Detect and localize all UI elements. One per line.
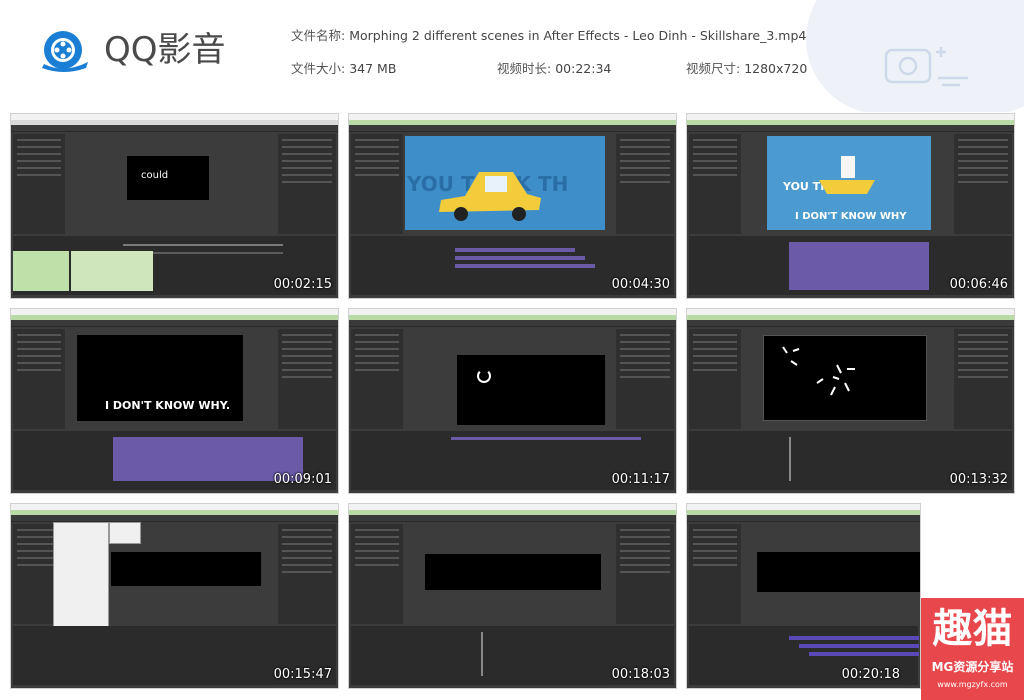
toolbar xyxy=(687,515,920,522)
thumbnail-3[interactable]: YOU THAT I DON'T KNOW WHY 00:06:46 xyxy=(686,113,1015,299)
resolution-row: 视频尺寸: 1280x720 xyxy=(686,61,807,77)
toolbar xyxy=(11,515,338,522)
watermark-logo-text: 趣猫 xyxy=(932,606,1013,652)
duration-value: 00:22:34 xyxy=(555,61,612,76)
project-panel xyxy=(689,329,741,429)
toolbar xyxy=(11,320,338,327)
overlay-text: I DON'T KNOW WHY. xyxy=(105,399,231,412)
thumbnail-1[interactable]: could 00:02:15 xyxy=(10,113,339,299)
project-panel xyxy=(351,524,403,624)
composition-viewer xyxy=(457,355,605,425)
project-panel xyxy=(689,524,741,624)
file-size-label: 文件大小: xyxy=(291,61,346,76)
app-name: QQ影音 xyxy=(104,30,226,70)
resolution-value: 1280x720 xyxy=(744,61,808,76)
thumbnail-timecode: 00:02:15 xyxy=(273,277,332,292)
effects-panel xyxy=(278,134,336,234)
toolbar xyxy=(349,125,676,132)
resolution-label: 视频尺寸: xyxy=(686,61,741,76)
effects-panel xyxy=(278,524,336,624)
duration-label: 视频时长: xyxy=(497,61,552,76)
thumbnail-grid: could 00:02:15 YOU THINK TH 00:04:30 xyxy=(10,113,1016,696)
effects-panel xyxy=(278,329,336,429)
effects-panel xyxy=(954,329,1012,429)
effects-panel xyxy=(616,329,674,429)
thumbnail-8[interactable]: 00:18:03 xyxy=(348,503,677,689)
boat-illustration xyxy=(819,156,875,194)
explorer-window-2 xyxy=(71,251,153,291)
file-size-row: 文件大小: 347 MB xyxy=(291,61,396,77)
overlay-text: I DON'T KNOW WHY xyxy=(795,211,907,222)
qq-player-logo-icon xyxy=(42,31,88,72)
camera-icon xyxy=(884,47,968,87)
project-panel xyxy=(689,134,741,234)
thumbnail-timecode: 00:11:17 xyxy=(611,472,670,487)
toolbar xyxy=(349,515,676,522)
thumbnail-timecode: 00:18:03 xyxy=(611,667,670,682)
site-watermark: 趣猫 MG资源分享站 www.mgzyfx.com xyxy=(921,598,1024,700)
project-panel xyxy=(351,329,403,429)
composition-viewer xyxy=(111,552,261,586)
watermark-subtitle: MG资源分享站 xyxy=(931,660,1014,674)
thumbnail-timecode: 00:04:30 xyxy=(611,277,670,292)
toolbar xyxy=(687,320,1014,327)
duration-row: 视频时长: 00:22:34 xyxy=(497,61,611,77)
toolbar xyxy=(349,320,676,327)
effects-panel xyxy=(616,134,674,234)
thumbnail-7[interactable]: 00:15:47 xyxy=(10,503,339,689)
file-size-value: 347 MB xyxy=(349,61,397,76)
thumbnail-2[interactable]: YOU THINK TH 00:04:30 xyxy=(348,113,677,299)
thumbnail-timecode: 00:20:18 xyxy=(841,667,900,682)
overlay-text: could xyxy=(141,170,169,181)
taxi-illustration xyxy=(439,172,541,221)
watermark-url: www.mgzyfx.com xyxy=(937,680,1008,689)
context-submenu[interactable] xyxy=(109,522,141,544)
thumbnail-4[interactable]: I DON'T KNOW WHY. 00:09:01 xyxy=(10,308,339,494)
file-name-label: 文件名称: xyxy=(291,28,346,43)
thumbnail-5[interactable]: 00:11:17 xyxy=(348,308,677,494)
project-panel xyxy=(13,134,65,234)
burst-lines-illustration xyxy=(782,346,855,396)
explorer-window-1 xyxy=(13,251,69,291)
thumbnail-timecode: 00:09:01 xyxy=(273,472,332,487)
thumbnail-timecode: 00:06:46 xyxy=(949,277,1008,292)
effects-panel xyxy=(954,134,1012,234)
composition-viewer xyxy=(425,554,601,590)
thumbnail-timecode: 00:13:32 xyxy=(949,472,1008,487)
file-name-row: 文件名称: Morphing 2 different scenes in Aft… xyxy=(291,28,806,44)
project-panel xyxy=(13,329,65,429)
info-header: QQ影音 文件名称: Morphing 2 different scenes i… xyxy=(0,0,1024,112)
toolbar xyxy=(687,125,1014,132)
effects-panel xyxy=(616,524,674,624)
composition-viewer xyxy=(757,552,920,592)
thumbnail-timecode: 00:15:47 xyxy=(273,667,332,682)
thumbnail-6[interactable]: 00:13:32 xyxy=(686,308,1015,494)
toolbar xyxy=(11,125,338,132)
project-panel xyxy=(351,134,403,234)
thumbnail-9[interactable]: 00:20:18 xyxy=(686,503,921,689)
loading-spinner-icon xyxy=(477,369,491,383)
file-name-value: Morphing 2 different scenes in After Eff… xyxy=(349,28,807,43)
